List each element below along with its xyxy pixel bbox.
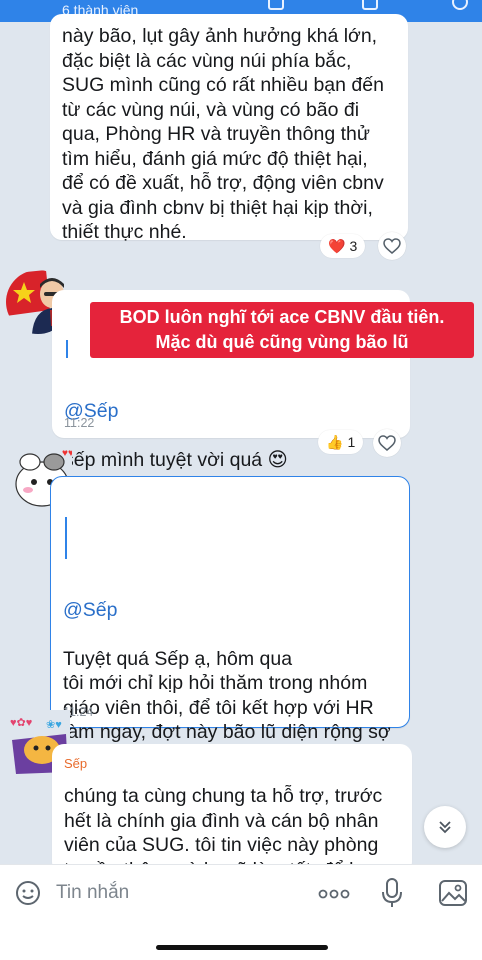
svg-text:♥♥: ♥♥: [62, 448, 72, 459]
highlight-banner: BOD luôn nghĩ tới ace CBNV đầu tiên. Mặc…: [90, 302, 474, 358]
search-icon[interactable]: [362, 0, 378, 10]
sender-name[interactable]: Sếp: [64, 756, 87, 771]
reaction-count: 3: [349, 238, 358, 254]
message-bubble[interactable]: Sếp chúng ta cùng chung ta hỗ trợ, trước…: [52, 744, 412, 874]
message-input[interactable]: Tin nhắn: [56, 882, 129, 904]
message-text: chúng ta cùng chung ta hỗ trợ, trước hết…: [64, 785, 383, 870]
message-text: @Sếp Tuyệt quá Sếp ạ, hôm qua tôi mới ch…: [63, 573, 407, 769]
heart-icon[interactable]: [373, 429, 401, 457]
svg-text:♥✿♥: ♥✿♥: [10, 717, 32, 729]
more-icon[interactable]: [318, 887, 350, 901]
message-bubble[interactable]: này bão, lụt gây ảnh hưởng khá lớn, đặc …: [50, 14, 408, 243]
chevron-down-icon: [439, 821, 451, 834]
message-text: này bão, lụt gây ảnh hưởng khá lớn, đặc …: [62, 25, 384, 243]
heart-icon[interactable]: [378, 232, 406, 260]
call-icon[interactable]: [268, 0, 284, 10]
home-indicator[interactable]: [156, 945, 328, 950]
svg-text:❀♥: ❀♥: [46, 719, 62, 731]
menu-icon[interactable]: [452, 0, 468, 10]
reply-quote-bar: [66, 340, 68, 358]
microphone-icon[interactable]: [380, 877, 404, 909]
reaction-badge[interactable]: ❤️ 3: [320, 234, 366, 258]
reaction-badge[interactable]: 👍 1: [318, 430, 364, 454]
emoji-icon[interactable]: [14, 879, 42, 907]
message-time: 11:22: [64, 416, 95, 430]
message-bubble-selected[interactable]: @Sếp Tuyệt quá Sếp ạ, hôm qua tôi mới ch…: [50, 476, 410, 768]
mention-tag[interactable]: @Sếp: [63, 599, 118, 621]
thumbs-up-reaction-icon: 👍: [326, 433, 344, 450]
reply-quote-bar: [65, 517, 67, 559]
reaction-count: 1: [347, 434, 356, 450]
message-text: @Sếp sếp mình tuyệt vời quá 😍: [64, 374, 404, 472]
scroll-down-button[interactable]: [424, 806, 466, 848]
image-icon[interactable]: [438, 879, 468, 907]
heart-reaction-icon: ❤️: [328, 237, 346, 254]
message-body: sếp mình tuyệt vời quá 😍: [64, 448, 288, 471]
